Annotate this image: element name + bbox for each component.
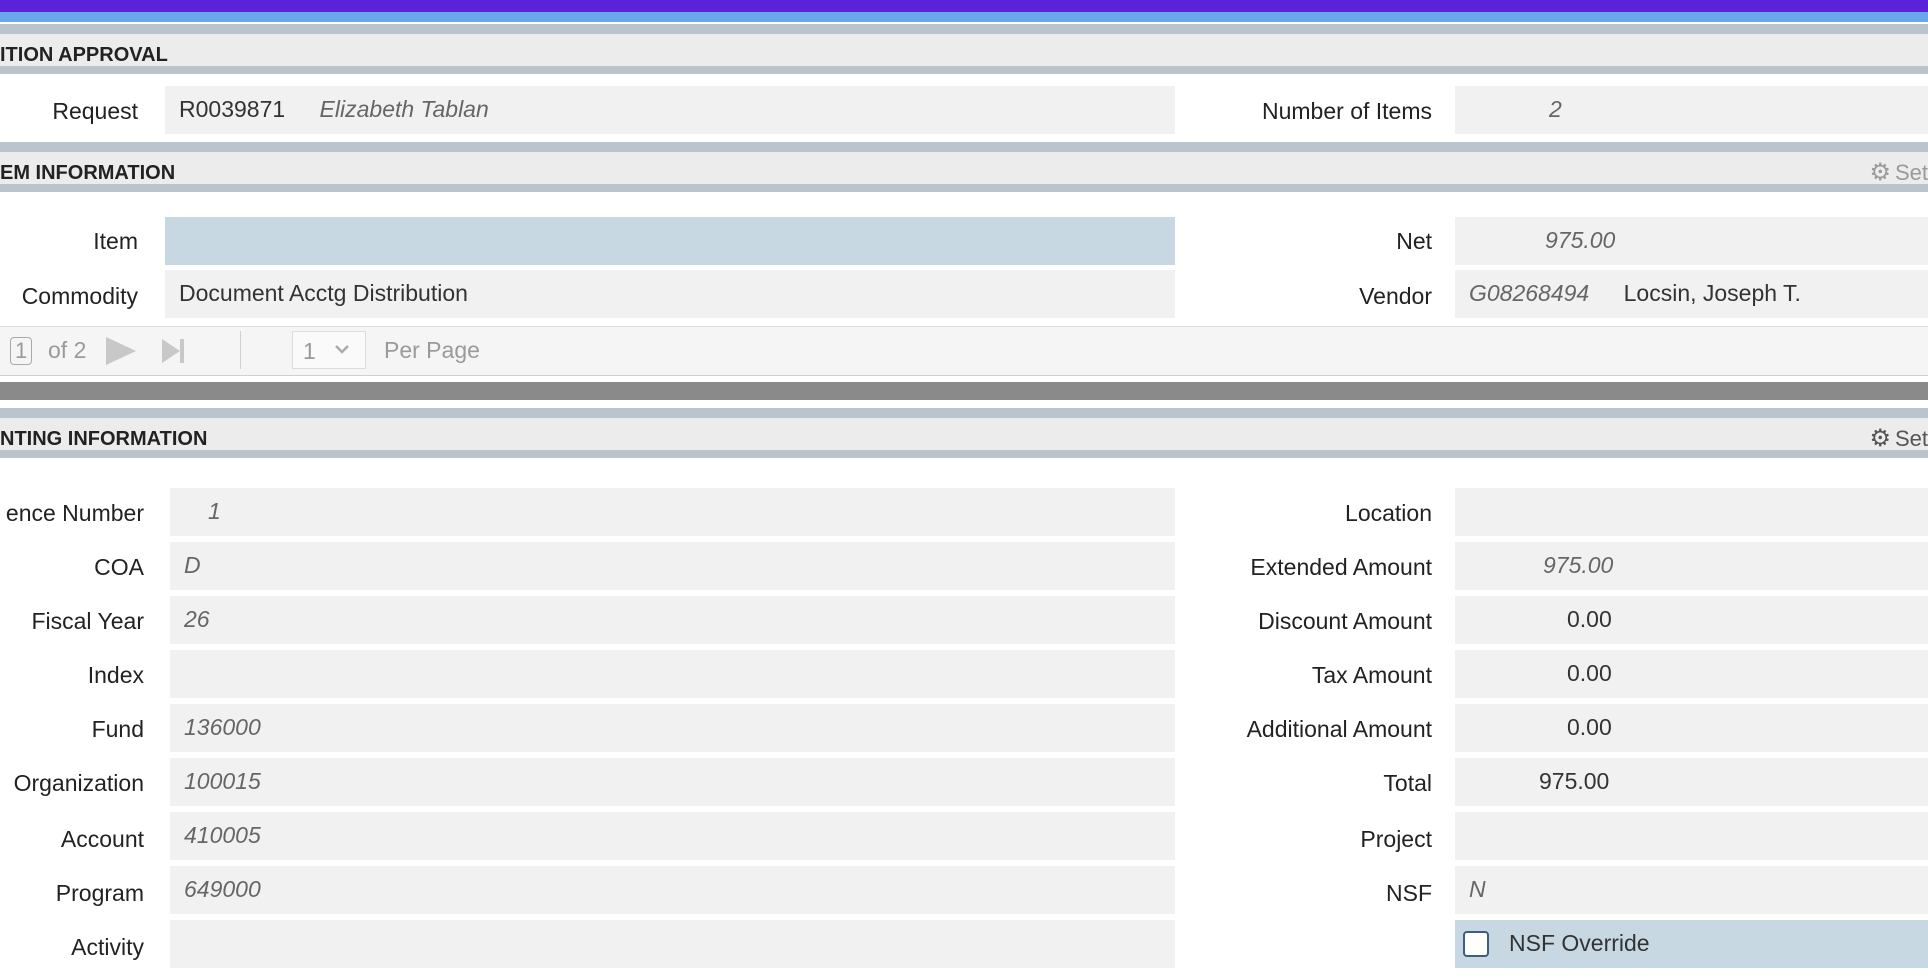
top-accent-bar bbox=[0, 0, 1928, 24]
location-field bbox=[1455, 488, 1928, 536]
item-info-settings-label: Set bbox=[1894, 160, 1928, 185]
fiscal-year-field: 26 bbox=[170, 596, 1175, 644]
nsf-override-row[interactable]: NSF Override bbox=[1455, 920, 1928, 968]
discount-amount-label: Discount Amount bbox=[1258, 608, 1432, 634]
account-field: 410005 bbox=[170, 812, 1175, 860]
commodity-value: Document Acctg Distribution bbox=[179, 280, 468, 306]
project-field bbox=[1455, 812, 1928, 860]
item-info-section-header: EM INFORMATION ⚙ Set bbox=[0, 142, 1928, 192]
commodity-label: Commodity bbox=[21, 283, 138, 309]
total-field: 975.00 bbox=[1455, 758, 1928, 806]
last-page-icon[interactable] bbox=[160, 335, 186, 373]
sequence-number-label: ence Number bbox=[5, 500, 144, 526]
net-label: Net bbox=[1396, 228, 1432, 254]
account-label: Account bbox=[60, 826, 144, 852]
nsf-override-checkbox[interactable] bbox=[1463, 931, 1489, 957]
vendor-field: G08268494 Locsin, Joseph T. bbox=[1455, 270, 1928, 318]
tax-amount-label: Tax Amount bbox=[1311, 662, 1432, 688]
additional-amount-field: 0.00 bbox=[1455, 704, 1928, 752]
page-number-box[interactable]: 1 bbox=[10, 337, 33, 365]
per-page-value: 1 bbox=[303, 338, 316, 364]
item-info-settings-button[interactable]: ⚙ Set bbox=[1869, 158, 1928, 187]
sequence-number-field: 1 bbox=[170, 488, 1175, 536]
accounting-section-header: NTING INFORMATION ⚙ Set bbox=[0, 408, 1928, 458]
index-label: Index bbox=[87, 662, 144, 688]
vendor-label: Vendor bbox=[1359, 283, 1432, 309]
approval-section-title: ITION APPROVAL bbox=[0, 44, 168, 66]
accounting-section-title: NTING INFORMATION bbox=[0, 428, 208, 450]
item-info-section-title: EM INFORMATION bbox=[0, 162, 176, 184]
discount-amount-field: 0.00 bbox=[1455, 596, 1928, 644]
nsf-field: N bbox=[1455, 866, 1928, 914]
chevron-down-icon bbox=[333, 338, 351, 365]
net-field: 975.00 bbox=[1455, 217, 1928, 265]
gear-icon: ⚙ bbox=[1869, 425, 1891, 452]
fund-field: 136000 bbox=[170, 704, 1175, 752]
approval-section-header: ITION APPROVAL bbox=[0, 24, 1928, 74]
requester-name: Elizabeth Tablan bbox=[319, 96, 489, 122]
per-page-label: Per Page bbox=[384, 337, 480, 363]
vendor-id: G08268494 bbox=[1469, 280, 1590, 306]
accent-purple-strip bbox=[0, 0, 1928, 12]
program-field: 649000 bbox=[170, 866, 1175, 914]
coa-field: D bbox=[170, 542, 1175, 590]
number-of-items-field: 2 bbox=[1455, 86, 1928, 134]
fund-label: Fund bbox=[91, 716, 144, 742]
nsf-override-label: NSF Override bbox=[1509, 930, 1650, 956]
accent-blue-strip bbox=[0, 12, 1928, 22]
vendor-name: Locsin, Joseph T. bbox=[1623, 280, 1801, 306]
activity-label: Activity bbox=[71, 934, 144, 960]
accounting-settings-label: Set bbox=[1894, 426, 1928, 451]
gear-icon: ⚙ bbox=[1869, 159, 1891, 186]
extended-amount-label: Extended Amount bbox=[1250, 554, 1432, 580]
accounting-settings-button[interactable]: ⚙ Set bbox=[1869, 424, 1928, 453]
organization-field: 100015 bbox=[170, 758, 1175, 806]
request-label: Request bbox=[52, 98, 138, 124]
fiscal-year-label: Fiscal Year bbox=[31, 608, 144, 634]
request-field: R0039871 Elizabeth Tablan bbox=[165, 86, 1175, 134]
activity-field bbox=[170, 920, 1175, 968]
project-label: Project bbox=[1360, 826, 1432, 852]
pagination-bar: 1 of 2 1 Per Page bbox=[0, 326, 1928, 376]
extended-amount-field: 975.00 bbox=[1455, 542, 1928, 590]
pager-divider bbox=[240, 331, 241, 369]
additional-amount-label: Additional Amount bbox=[1246, 716, 1432, 742]
tax-amount-field: 0.00 bbox=[1455, 650, 1928, 698]
net-value: 975.00 bbox=[1545, 227, 1616, 253]
organization-label: Organization bbox=[13, 770, 144, 796]
next-page-icon[interactable] bbox=[104, 335, 138, 373]
number-of-items-value: 2 bbox=[1549, 96, 1562, 122]
number-of-items-label: Number of Items bbox=[1262, 98, 1432, 124]
coa-label: COA bbox=[94, 554, 144, 580]
item-field[interactable] bbox=[165, 217, 1175, 265]
index-field bbox=[170, 650, 1175, 698]
section-divider-gap bbox=[0, 400, 1928, 408]
nsf-label: NSF bbox=[1386, 880, 1432, 906]
per-page-select[interactable]: 1 bbox=[292, 331, 366, 369]
item-label: Item bbox=[93, 228, 138, 254]
total-label: Total bbox=[1383, 770, 1432, 796]
section-divider bbox=[0, 382, 1928, 400]
program-label: Program bbox=[55, 880, 144, 906]
page-of-text: of 2 bbox=[48, 337, 87, 363]
location-label: Location bbox=[1345, 500, 1432, 526]
request-id: R0039871 bbox=[179, 96, 286, 122]
commodity-field: Document Acctg Distribution bbox=[165, 270, 1175, 318]
